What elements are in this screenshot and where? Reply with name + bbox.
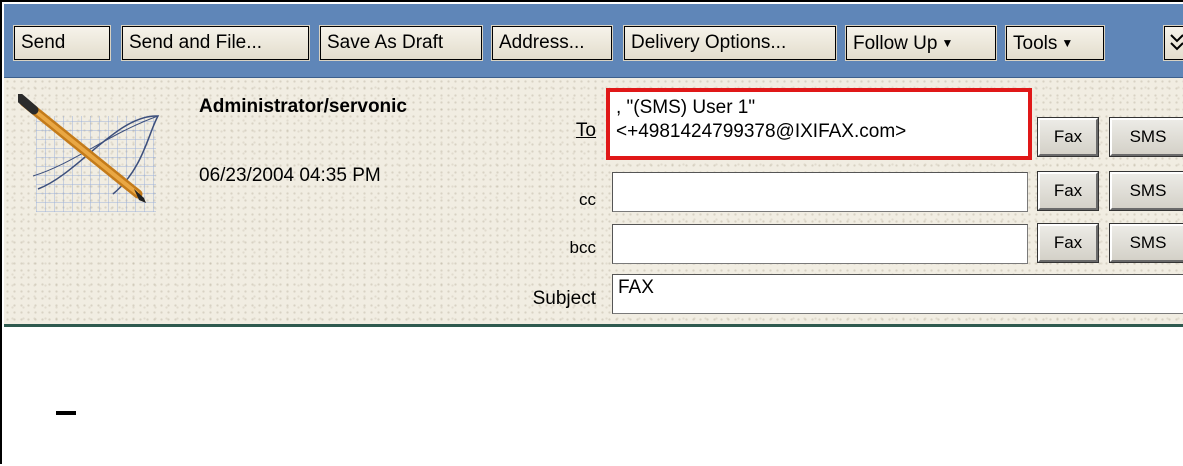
follow-up-label: Follow Up — [853, 33, 938, 54]
bcc-field[interactable] — [612, 224, 1028, 264]
send-and-file-button[interactable]: Send and File... — [121, 25, 310, 61]
delivery-options-button[interactable]: Delivery Options... — [623, 25, 837, 61]
cc-label: cc — [579, 190, 596, 209]
address-button[interactable]: Address... — [491, 25, 613, 61]
subject-field[interactable]: FAX — [612, 274, 1183, 314]
mail-window: Send Send and File... Save As Draft Addr… — [0, 0, 1183, 466]
follow-up-button[interactable]: Follow Up ▼ — [845, 25, 997, 61]
message-body[interactable] — [4, 327, 1183, 466]
subject-label: Subject — [532, 288, 596, 309]
action-toolbar: Send Send and File... Save As Draft Addr… — [4, 4, 1183, 78]
caret-down-icon: ▼ — [1061, 36, 1074, 50]
to-sms-button[interactable]: SMS — [1109, 117, 1183, 157]
tools-button[interactable]: Tools ▼ — [1005, 25, 1105, 61]
to-label-link[interactable]: To — [496, 120, 596, 142]
save-as-draft-button[interactable]: Save As Draft — [319, 25, 483, 61]
message-date: 06/23/2004 04:35 PM — [199, 165, 381, 186]
cc-sms-button[interactable]: SMS — [1109, 171, 1183, 211]
cc-fax-button[interactable]: Fax — [1037, 171, 1099, 211]
memo-pen-icon — [15, 93, 168, 214]
double-chevron-down-icon[interactable] — [1163, 25, 1183, 61]
to-fax-button[interactable]: Fax — [1037, 117, 1099, 157]
caret-down-icon: ▼ — [941, 36, 954, 50]
text-cursor — [56, 411, 76, 415]
bcc-label: bcc — [569, 238, 596, 257]
tools-label: Tools — [1013, 33, 1058, 54]
cc-field[interactable] — [612, 172, 1028, 212]
send-button[interactable]: Send — [13, 25, 111, 61]
message-header: Administrator/servonic 06/23/2004 04:35 … — [4, 78, 1183, 327]
bcc-sms-button[interactable]: SMS — [1109, 223, 1183, 263]
author-name: Administrator/servonic — [199, 96, 407, 117]
to-field[interactable]: , "(SMS) User 1"<+4981424799378@IXIFAX.c… — [606, 88, 1032, 160]
bcc-fax-button[interactable]: Fax — [1037, 223, 1099, 263]
